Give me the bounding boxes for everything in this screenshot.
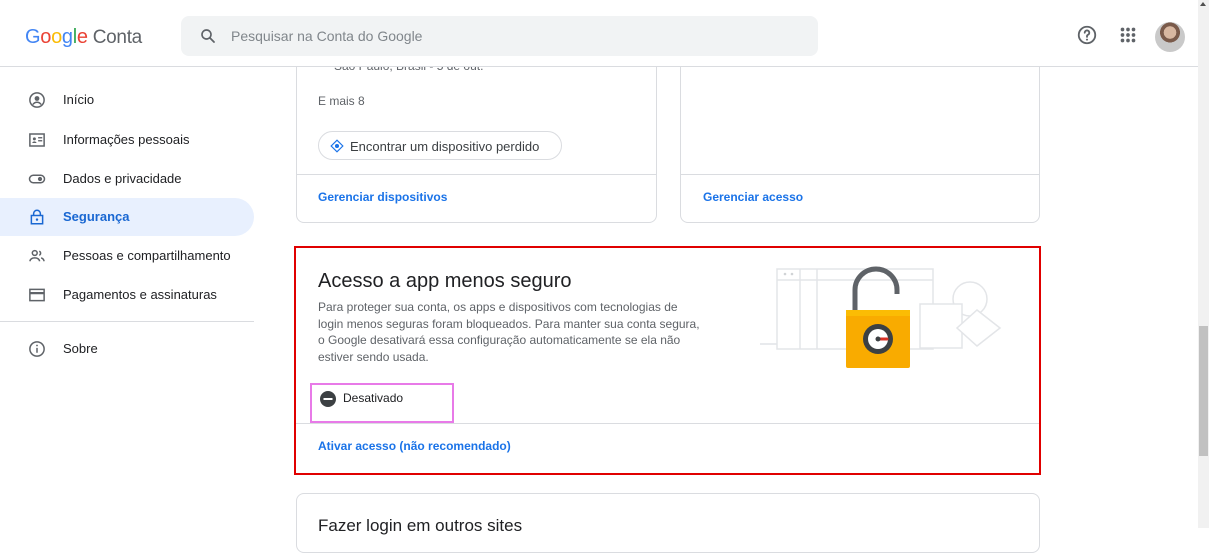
people-icon: [29, 249, 45, 262]
sidebar-item-security[interactable]: Segurança: [0, 198, 254, 236]
google-account-logo[interactable]: Google Conta: [25, 26, 142, 49]
sidebar-item-label: Início: [63, 92, 95, 107]
avatar[interactable]: [1155, 22, 1185, 52]
status-highlight: [310, 383, 454, 423]
card-divider: [297, 174, 656, 175]
logo-suffix: Conta: [92, 27, 143, 48]
location-target-icon: [330, 139, 344, 153]
search-placeholder: Pesquisar na Conta do Google: [231, 28, 423, 44]
id-card-icon: [29, 133, 45, 147]
toggle-icon: [28, 174, 46, 184]
sidebar-item-inicio[interactable]: Início: [0, 81, 254, 119]
info-icon: [29, 341, 45, 357]
apps-grid-icon[interactable]: [1117, 24, 1139, 46]
more-devices-text: E mais 8: [318, 94, 365, 108]
scroll-up-arrow-icon[interactable]: [1200, 2, 1206, 6]
find-lost-device-label: Encontrar um dispositivo perdido: [350, 139, 540, 154]
sidebar-item-personal-info[interactable]: Informações pessoais: [0, 121, 254, 159]
sidebar-item-data-privacy[interactable]: Dados e privacidade: [0, 160, 254, 198]
sidebar-item-label: Dados e privacidade: [63, 171, 182, 186]
help-icon[interactable]: [1076, 24, 1098, 46]
section-divider: [296, 423, 1039, 424]
sidebar-item-payments[interactable]: Pagamentos e assinaturas: [0, 276, 254, 314]
credit-card-icon: [29, 288, 45, 302]
scrollbar-thumb[interactable]: [1199, 326, 1208, 456]
sidebar-item-label: Segurança: [63, 209, 130, 224]
find-lost-device-button[interactable]: Encontrar um dispositivo perdido: [318, 131, 562, 160]
search-input[interactable]: Pesquisar na Conta do Google: [181, 16, 818, 56]
other-sites-title: Fazer login em outros sites: [318, 516, 523, 535]
sidebar-item-about[interactable]: Sobre: [0, 330, 254, 368]
less-secure-app-description: Para proteger sua conta, os apps e dispo…: [318, 300, 700, 364]
manage-devices-link[interactable]: Gerenciar dispositivos: [318, 190, 447, 204]
unlocked-padlock-illustration: [760, 266, 1002, 368]
sidebar-item-label: Informações pessoais: [63, 132, 190, 147]
enable-access-link[interactable]: Ativar acesso (não recomendado): [318, 439, 511, 453]
sidebar-item-people-sharing[interactable]: Pessoas e compartilhamento: [0, 237, 254, 275]
card-divider: [681, 174, 1039, 175]
sidebar-item-label: Pessoas e compartilhamento: [63, 248, 231, 263]
sidebar-divider: [0, 321, 254, 322]
top-bar: Google Conta Pesquisar na Conta do Google: [0, 0, 1198, 67]
scrollbar[interactable]: [1198, 0, 1209, 528]
less-secure-app-title: Acesso a app menos seguro: [318, 270, 572, 292]
sidebar-item-label: Sobre: [63, 341, 98, 356]
search-icon: [201, 29, 215, 43]
sidebar-item-label: Pagamentos e assinaturas: [63, 287, 217, 302]
manage-access-link[interactable]: Gerenciar acesso: [703, 190, 803, 204]
account-circle-icon: [29, 92, 45, 108]
lock-icon: [30, 209, 44, 225]
